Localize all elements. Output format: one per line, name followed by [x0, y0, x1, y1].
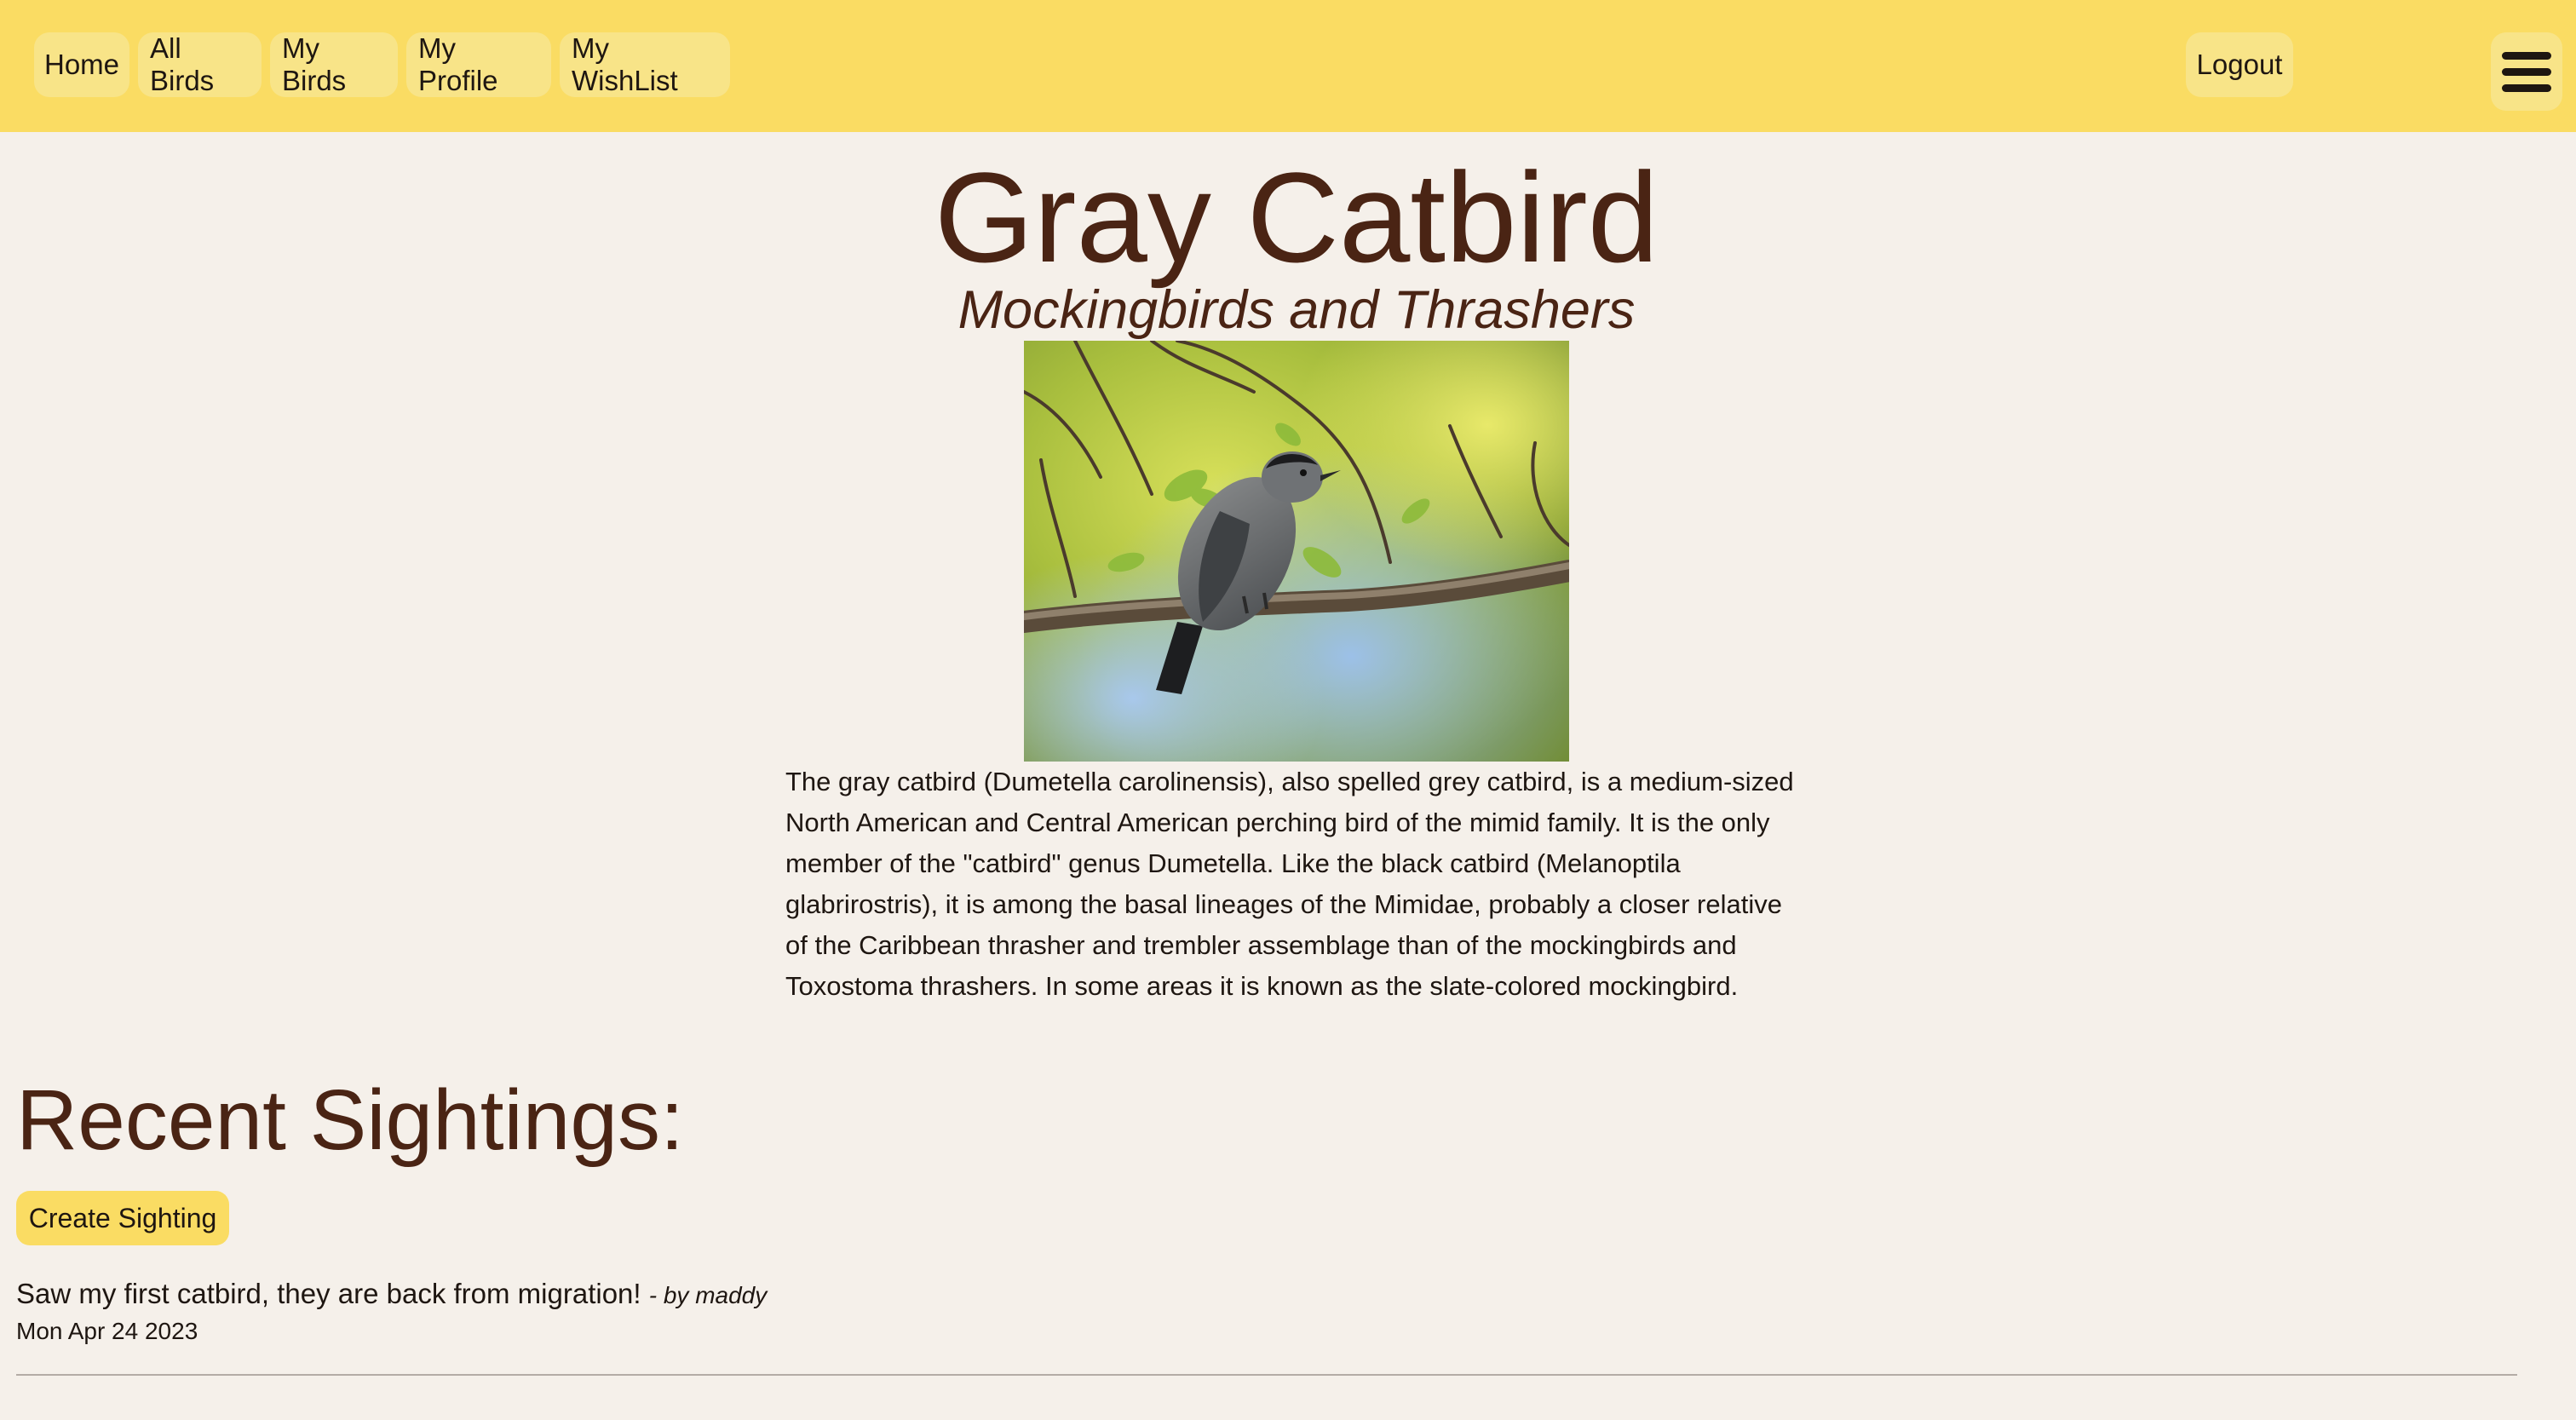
bird-name-title: Gray Catbird [934, 146, 1659, 289]
create-sighting-button[interactable]: Create Sighting [16, 1191, 229, 1245]
top-nav-bar: Home All Birds My Birds My Profile My Wi… [0, 0, 2576, 132]
sighting-author: - by maddy [648, 1282, 768, 1308]
bird-family-subtitle: Mockingbirds and Thrashers [957, 280, 1636, 340]
menu-bar-top [2502, 51, 2551, 60]
logout-button[interactable]: Logout [2186, 32, 2293, 97]
sighting-date: Mon Apr 24 2023 [16, 1318, 198, 1344]
hamburger-menu-icon[interactable] [2491, 32, 2562, 111]
nav-home[interactable]: Home [34, 32, 129, 97]
nav-my-birds[interactable]: My Birds [270, 32, 398, 97]
bird-description: The gray catbird (Dumetella carolinensis… [785, 767, 1794, 1001]
nav-links: Home All Birds My Birds My Profile My Wi… [34, 32, 730, 97]
menu-bar-middle [2502, 67, 2551, 76]
nav-all-birds[interactable]: All Birds [138, 32, 262, 97]
nav-my-wishlist[interactable]: My WishList [560, 32, 730, 97]
menu-bar-bottom [2502, 83, 2551, 92]
sighting-text-line: Saw my first catbird, they are back from… [16, 1273, 2517, 1317]
bird-photo [1024, 341, 1569, 762]
sighting-divider [16, 1374, 2517, 1376]
recent-sightings-heading: Recent Sightings: [16, 1072, 684, 1168]
sighting-text: Saw my first catbird, they are back from… [16, 1278, 641, 1309]
sighting-item: Saw my first catbird, they are back from… [16, 1273, 2517, 1346]
nav-my-profile[interactable]: My Profile [406, 32, 551, 97]
